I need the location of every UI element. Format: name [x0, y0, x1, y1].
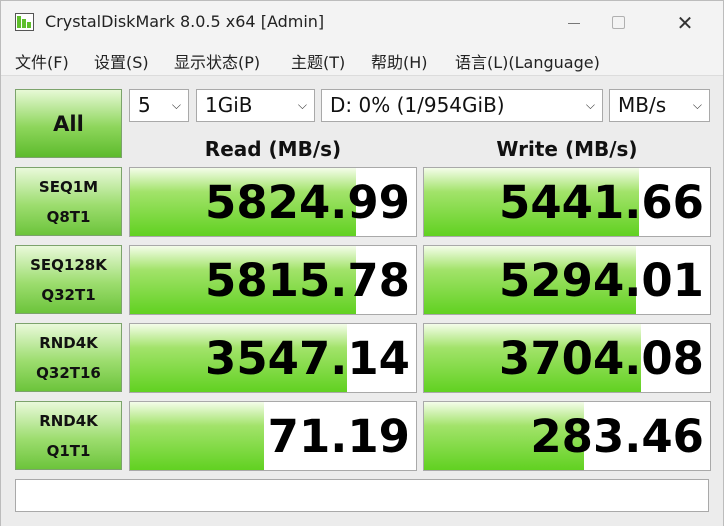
chevron-down-icon: ⌵	[585, 98, 595, 112]
write-value: 283.46	[530, 410, 704, 463]
write-result: 283.46	[423, 401, 711, 471]
menu-settings[interactable]: 设置(S)	[94, 49, 149, 73]
drive-value: D: 0% (1/954GiB)	[330, 93, 505, 117]
test-count-select[interactable]: 5 ⌵	[129, 89, 189, 122]
read-result: 3547.14	[129, 323, 417, 393]
test-button-seq128k-q32t1[interactable]: SEQ128K Q32T1	[15, 245, 122, 314]
test-count-value: 5	[138, 93, 151, 117]
unit-select[interactable]: MB/s ⌵	[609, 89, 710, 122]
read-result: 5815.78	[129, 245, 417, 315]
test-name: SEQ128K	[30, 255, 107, 274]
test-button-seq1m-q8t1[interactable]: SEQ1M Q8T1	[15, 167, 122, 236]
write-value: 5294.01	[499, 254, 704, 307]
read-bar	[130, 402, 265, 470]
chevron-down-icon: ⌵	[171, 98, 181, 112]
write-result: 5441.66	[423, 167, 711, 237]
read-value: 3547.14	[205, 332, 410, 385]
menu-bar: 文件(F) 设置(S) 显示状态(P) 主题(T) 帮助(H) 语言(L)(La…	[1, 45, 723, 76]
maximize-button[interactable]	[595, 1, 641, 45]
chevron-down-icon: ⌵	[297, 98, 307, 112]
title-bar: CrystalDiskMark 8.0.5 x64 [Admin] ✕	[1, 1, 723, 45]
crystaldiskmark-icon	[15, 13, 34, 31]
write-result: 3704.08	[423, 323, 711, 393]
read-result: 71.19	[129, 401, 417, 471]
test-name: RND4K	[39, 411, 98, 430]
drive-select[interactable]: D: 0% (1/954GiB) ⌵	[321, 89, 603, 122]
read-value: 71.19	[267, 410, 410, 463]
minimize-button[interactable]	[551, 1, 597, 45]
app-window: CrystalDiskMark 8.0.5 x64 [Admin] ✕ 文件(F…	[0, 0, 724, 526]
write-value: 3704.08	[499, 332, 704, 385]
read-value: 5824.99	[205, 176, 410, 229]
test-name: RND4K	[39, 333, 98, 352]
menu-language[interactable]: 语言(L)(Language)	[455, 49, 600, 73]
write-value: 5441.66	[499, 176, 704, 229]
unit-value: MB/s	[618, 93, 667, 117]
write-column-header: Write (MB/s)	[496, 137, 638, 161]
menu-help[interactable]: 帮助(H)	[371, 49, 428, 73]
test-name: SEQ1M	[38, 177, 99, 196]
test-params: Q32T1	[41, 285, 96, 304]
comment-field[interactable]	[15, 479, 709, 512]
menu-theme[interactable]: 主题(T)	[291, 49, 345, 73]
test-params: Q8T1	[46, 207, 91, 226]
window-title: CrystalDiskMark 8.0.5 x64 [Admin]	[45, 12, 325, 31]
read-value: 5815.78	[205, 254, 410, 307]
write-result: 5294.01	[423, 245, 711, 315]
all-button[interactable]: All	[15, 89, 122, 158]
menu-file[interactable]: 文件(F)	[15, 49, 69, 73]
test-size-value: 1GiB	[205, 93, 253, 117]
menu-display[interactable]: 显示状态(P)	[174, 49, 260, 73]
test-button-rnd4k-q1t1[interactable]: RND4K Q1T1	[15, 401, 122, 470]
read-column-header: Read (MB/s)	[204, 137, 342, 161]
test-size-select[interactable]: 1GiB ⌵	[196, 89, 315, 122]
chevron-down-icon: ⌵	[692, 98, 702, 112]
test-params: Q32T16	[36, 363, 101, 382]
read-result: 5824.99	[129, 167, 417, 237]
close-button[interactable]: ✕	[662, 1, 708, 45]
test-button-rnd4k-q32t16[interactable]: RND4K Q32T16	[15, 323, 122, 392]
test-params: Q1T1	[46, 441, 91, 460]
